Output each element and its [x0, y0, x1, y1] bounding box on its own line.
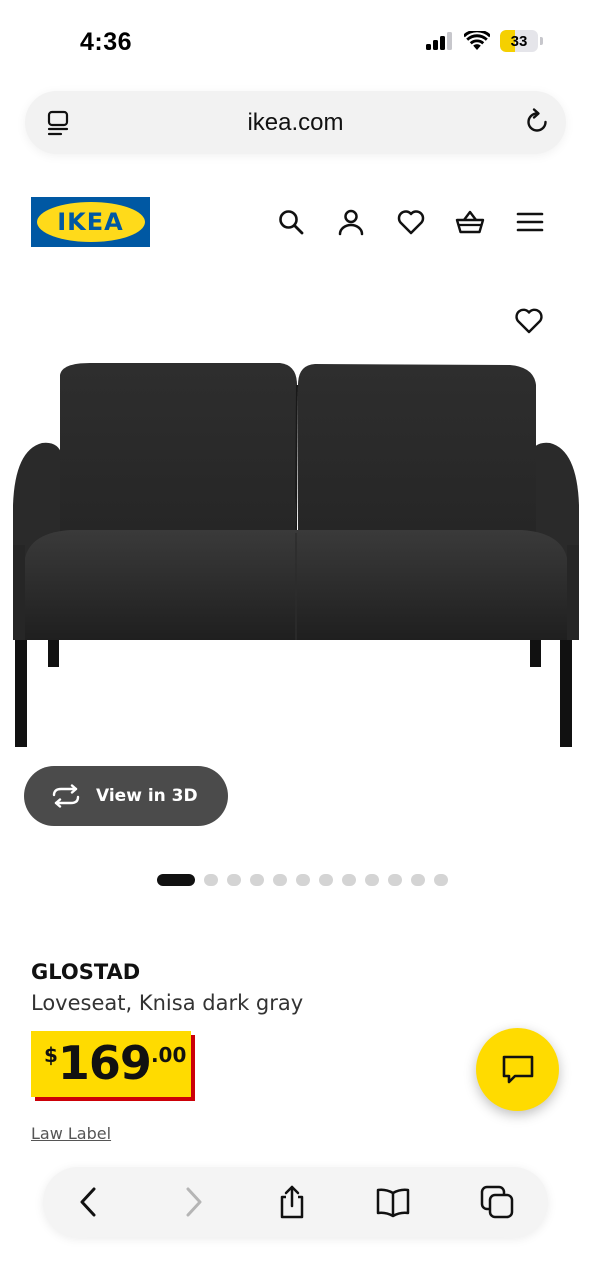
price-currency: $ [44, 1043, 58, 1067]
wifi-icon [464, 31, 490, 50]
favorite-heart-icon[interactable] [513, 305, 545, 335]
search-icon[interactable] [276, 207, 306, 237]
logo-text: IKEA [57, 208, 124, 236]
price-box: $ 169 .00 [31, 1031, 191, 1097]
address-bar[interactable]: ikea.com [25, 91, 566, 154]
price-tag: $ 169 .00 [31, 1031, 195, 1101]
sofa-image[interactable] [10, 355, 582, 750]
carousel-dot[interactable] [319, 874, 333, 886]
price-decimal: .00 [150, 1043, 187, 1067]
carousel-dot[interactable] [411, 874, 425, 886]
status-icons: 33 [426, 30, 543, 52]
image-carousel-indicator[interactable] [157, 874, 448, 886]
product-name[interactable]: GLOSTAD [31, 960, 140, 984]
product-description: Loveseat, Knisa dark gray [31, 991, 304, 1015]
carousel-dot[interactable] [273, 874, 287, 886]
carousel-dot[interactable] [227, 874, 241, 886]
page: 4:36 33 ikea.com IKEA View in 3D GLOSTAD… [0, 0, 591, 1280]
view-in-3d-label: View in 3D [96, 786, 198, 806]
share-icon[interactable] [275, 1185, 309, 1219]
hamburger-menu-icon[interactable] [515, 207, 545, 237]
chat-button[interactable] [476, 1028, 559, 1111]
back-icon[interactable] [72, 1185, 106, 1219]
battery-cap [540, 37, 543, 45]
carousel-dot[interactable] [365, 874, 379, 886]
price-integer: 169 [57, 1036, 152, 1090]
forward-icon[interactable] [176, 1185, 210, 1219]
carousel-dot[interactable] [296, 874, 310, 886]
view-in-3d-button[interactable]: View in 3D [24, 766, 228, 826]
carousel-dot[interactable] [204, 874, 218, 886]
url-text[interactable]: ikea.com [25, 109, 566, 137]
status-time: 4:36 [80, 28, 133, 56]
account-icon[interactable] [336, 207, 366, 237]
ikea-logo[interactable]: IKEA [31, 197, 150, 247]
battery-percent: 33 [510, 32, 528, 50]
shopping-basket-icon[interactable] [455, 207, 485, 237]
battery-icon: 33 [500, 30, 538, 52]
cellular-signal-icon [426, 32, 452, 50]
carousel-dot[interactable] [342, 874, 356, 886]
browser-toolbar [43, 1167, 548, 1237]
tabs-icon[interactable] [480, 1185, 514, 1219]
chat-icon [502, 1055, 533, 1083]
logo-oval: IKEA [36, 202, 145, 242]
reload-icon[interactable] [522, 107, 552, 137]
carousel-dot[interactable] [250, 874, 264, 886]
carousel-dot[interactable] [434, 874, 448, 886]
carousel-dot-active[interactable] [157, 874, 195, 886]
rotate-3d-icon [52, 784, 80, 808]
heart-icon[interactable] [396, 207, 426, 237]
law-label-link[interactable]: Law Label [31, 1124, 111, 1143]
bookmarks-icon[interactable] [376, 1185, 410, 1219]
carousel-dot[interactable] [388, 874, 402, 886]
